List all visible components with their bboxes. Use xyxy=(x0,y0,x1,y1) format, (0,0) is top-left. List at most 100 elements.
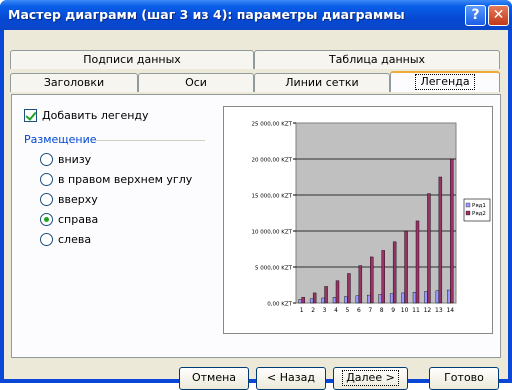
tab-data-table[interactable]: Таблица данных xyxy=(254,50,500,69)
y-tick-label: 0,00 KZT xyxy=(267,302,292,308)
bar-2 xyxy=(392,241,397,304)
y-tick-label: 25 000,00 KZT xyxy=(252,122,293,128)
tab-label: Линии сетки xyxy=(285,76,359,89)
bar-1 xyxy=(412,291,417,304)
x-tick-label: 7 xyxy=(368,307,372,314)
x-tick-label: 12 xyxy=(424,307,432,314)
tab-label: Легенда xyxy=(415,74,475,90)
x-tick-label: 13 xyxy=(435,307,443,314)
button-label: Далее > xyxy=(342,370,399,386)
legend-tab-panel: Добавить легенду Размещение внизу в прав… xyxy=(11,94,501,358)
radio-icon[interactable] xyxy=(40,193,53,206)
checkbox-checked-icon[interactable] xyxy=(24,109,37,122)
bar-2 xyxy=(427,193,431,304)
tab-legend[interactable]: Легенда xyxy=(390,71,500,92)
bar-2 xyxy=(404,230,408,304)
y-tick-label: 5 000,00 KZT xyxy=(255,266,293,272)
bar-1 xyxy=(298,299,302,304)
x-tick-label: 1 xyxy=(300,307,304,314)
bar-1 xyxy=(447,289,451,304)
bar-1 xyxy=(321,297,325,304)
x-tick-label: 9 xyxy=(391,307,395,314)
radio-icon[interactable] xyxy=(40,173,53,186)
back-button[interactable]: < Назад xyxy=(256,367,326,390)
legend-entry: Ряд2 xyxy=(472,211,486,217)
x-tick-label: 4 xyxy=(334,307,338,314)
window-title: Мастер диаграмм (шаг 3 из 4): параметры … xyxy=(8,7,405,22)
show-legend-label: Добавить легенду xyxy=(42,109,149,122)
bar-1 xyxy=(355,295,360,304)
next-button[interactable]: Далее > xyxy=(333,367,408,390)
x-tick-label: 6 xyxy=(357,307,361,314)
placement-corner-radio[interactable]: в правом верхнем углу xyxy=(40,173,192,186)
bar-1 xyxy=(389,293,394,304)
bar-1 xyxy=(309,298,314,304)
radio-label: в правом верхнем углу xyxy=(58,173,193,186)
title-bar[interactable]: Мастер диаграмм (шаг 3 из 4): параметры … xyxy=(0,0,512,30)
legend-swatch xyxy=(465,202,471,208)
bar-1 xyxy=(344,296,348,304)
y-tick-label: 15 000,00 KZT xyxy=(252,194,293,200)
close-icon[interactable]: ✕ xyxy=(488,5,509,26)
radio-label: вверху xyxy=(58,193,98,206)
y-tick-label: 20 000,00 KZT xyxy=(252,158,293,164)
placement-top-radio[interactable]: вверху xyxy=(40,193,98,206)
tab-gridlines[interactable]: Линии сетки xyxy=(254,73,390,92)
tab-label: Заголовки xyxy=(43,76,105,89)
button-label: < Назад xyxy=(267,371,315,384)
x-tick-label: 8 xyxy=(380,307,384,314)
radio-icon[interactable] xyxy=(40,233,53,246)
tab-label: Подписи данных xyxy=(83,53,181,66)
radio-icon[interactable] xyxy=(40,153,53,166)
finish-button[interactable]: Готово xyxy=(429,367,499,390)
radio-label: справа xyxy=(58,213,99,226)
bar-1 xyxy=(378,294,382,304)
bar-2 xyxy=(312,292,317,304)
bar-2 xyxy=(370,256,374,304)
tab-titles[interactable]: Заголовки xyxy=(10,73,138,92)
placement-bottom-radio[interactable]: внизу xyxy=(40,153,91,166)
bar-2 xyxy=(415,220,420,304)
x-tick-label: 3 xyxy=(323,307,327,314)
bar-1 xyxy=(367,294,371,304)
group-divider xyxy=(95,140,205,141)
bar-1 xyxy=(401,292,405,304)
dialog-body: Подписи данных Таблица данных Заголовки … xyxy=(4,30,508,390)
x-tick-label: 14 xyxy=(446,307,454,314)
placement-group-label: Размещение xyxy=(24,133,97,146)
plot-area xyxy=(295,122,457,304)
bar-2 xyxy=(324,286,328,304)
bar-1 xyxy=(332,297,337,304)
bar-1 xyxy=(424,291,428,304)
x-tick-label: 11 xyxy=(412,307,420,314)
bar-2 xyxy=(450,158,454,304)
bar-2 xyxy=(335,280,340,304)
bar-2 xyxy=(381,250,385,304)
tab-data-labels[interactable]: Подписи данных xyxy=(10,50,254,69)
chart-wizard-window: Мастер диаграмм (шаг 3 из 4): параметры … xyxy=(0,0,512,390)
radio-label: слева xyxy=(58,233,92,246)
x-tick-label: 2 xyxy=(311,307,315,314)
bar-1 xyxy=(435,290,440,304)
y-tick-label: 10 000,00 KZT xyxy=(252,230,293,236)
cancel-button[interactable]: Отмена xyxy=(179,367,249,390)
bar-2 xyxy=(301,297,305,304)
chart-preview: 0,00 KZT 5 000,00 KZT 10 000,00 KZT 15 000,… xyxy=(223,106,493,334)
tab-label: Оси xyxy=(185,76,207,89)
bar-2 xyxy=(438,176,443,304)
x-tick-label: 5 xyxy=(346,307,350,314)
button-label: Готово xyxy=(444,371,484,384)
button-label: Отмена xyxy=(191,371,237,384)
radio-selected-icon[interactable] xyxy=(40,213,53,226)
placement-right-radio[interactable]: справа xyxy=(40,213,98,226)
radio-label: внизу xyxy=(58,153,92,166)
tab-axes[interactable]: Оси xyxy=(138,73,254,92)
help-icon[interactable]: ? xyxy=(465,5,486,26)
legend-swatch xyxy=(465,210,471,216)
placement-left-radio[interactable]: слева xyxy=(40,233,91,246)
bar-2 xyxy=(358,265,363,304)
show-legend-checkbox[interactable]: Добавить легенду xyxy=(24,109,149,122)
chart-svg: 0,00 KZT 5 000,00 KZT 10 000,00 KZT 15 000,… xyxy=(252,122,491,314)
tab-label: Таблица данных xyxy=(328,53,426,66)
bar-2 xyxy=(347,273,351,304)
